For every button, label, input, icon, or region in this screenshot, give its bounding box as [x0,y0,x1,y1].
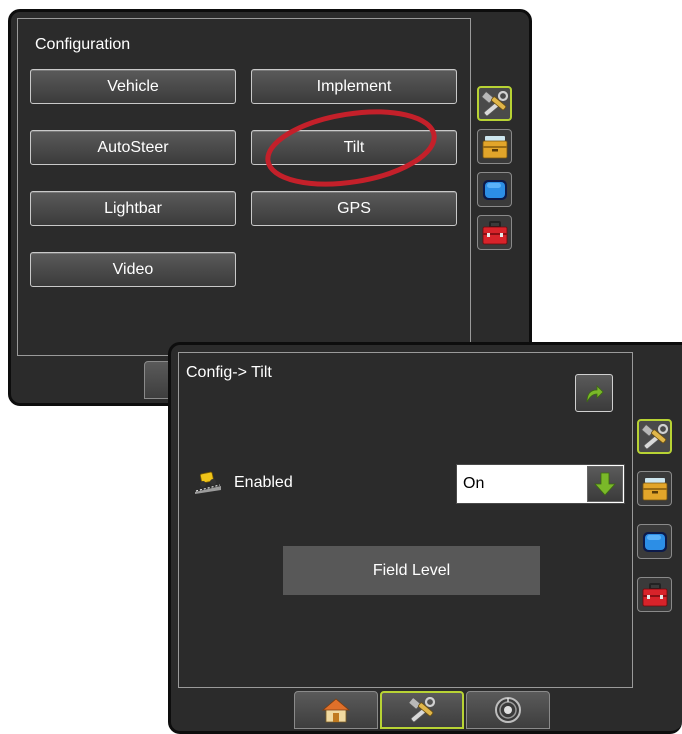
enabled-value: On [463,475,485,492]
tilt-button[interactable]: Tilt [251,130,457,165]
tilt-config-screen: Config-> Tilt Enabled On Field Level [168,342,682,734]
tilt-icon [195,471,221,494]
page-title: Configuration [35,36,131,53]
display-icon [482,179,507,200]
side-tab-display[interactable] [477,172,512,207]
dropdown-toggle[interactable] [587,466,623,502]
arrow-down-icon [594,472,616,496]
side-tab-toolbox[interactable] [637,577,672,612]
tilt-config-panel: Config-> Tilt Enabled On Field Level [178,352,633,688]
side-tab-console[interactable] [477,129,512,164]
back-arrow-icon [586,385,604,403]
bottom-tab-guidance[interactable] [466,691,550,729]
bottom-tab-home[interactable] [294,691,378,729]
bottom-tab-tools[interactable] [380,691,464,729]
console-icon [642,477,667,500]
implement-button[interactable]: Implement [251,69,457,104]
display-icon [642,531,667,552]
enabled-dropdown[interactable]: On [456,464,625,504]
gps-button[interactable]: GPS [251,191,457,226]
autosteer-button[interactable]: AutoSteer [30,130,236,165]
side-tab-toolbox[interactable] [477,215,512,250]
toolbox-icon [482,220,507,244]
tools-icon [481,90,508,116]
page-title: Config-> Tilt [186,364,272,381]
guidance-icon [495,697,521,723]
toolbox-icon [642,582,667,606]
side-tab-tools[interactable] [477,86,512,121]
tools-icon [641,423,668,449]
vehicle-button[interactable]: Vehicle [30,69,236,104]
configuration-panel: Configuration Vehicle Implement AutoStee… [17,18,471,356]
field-level-button[interactable]: Field Level [283,546,540,595]
side-tab-display[interactable] [637,524,672,559]
back-button[interactable] [575,374,613,412]
lightbar-button[interactable]: Lightbar [30,191,236,226]
side-tab-console[interactable] [637,471,672,506]
tools-icon [408,697,436,723]
home-icon [322,698,350,723]
side-tab-tools[interactable] [637,419,672,454]
enabled-label: Enabled [234,474,293,491]
video-button[interactable]: Video [30,252,236,287]
console-icon [482,135,507,158]
